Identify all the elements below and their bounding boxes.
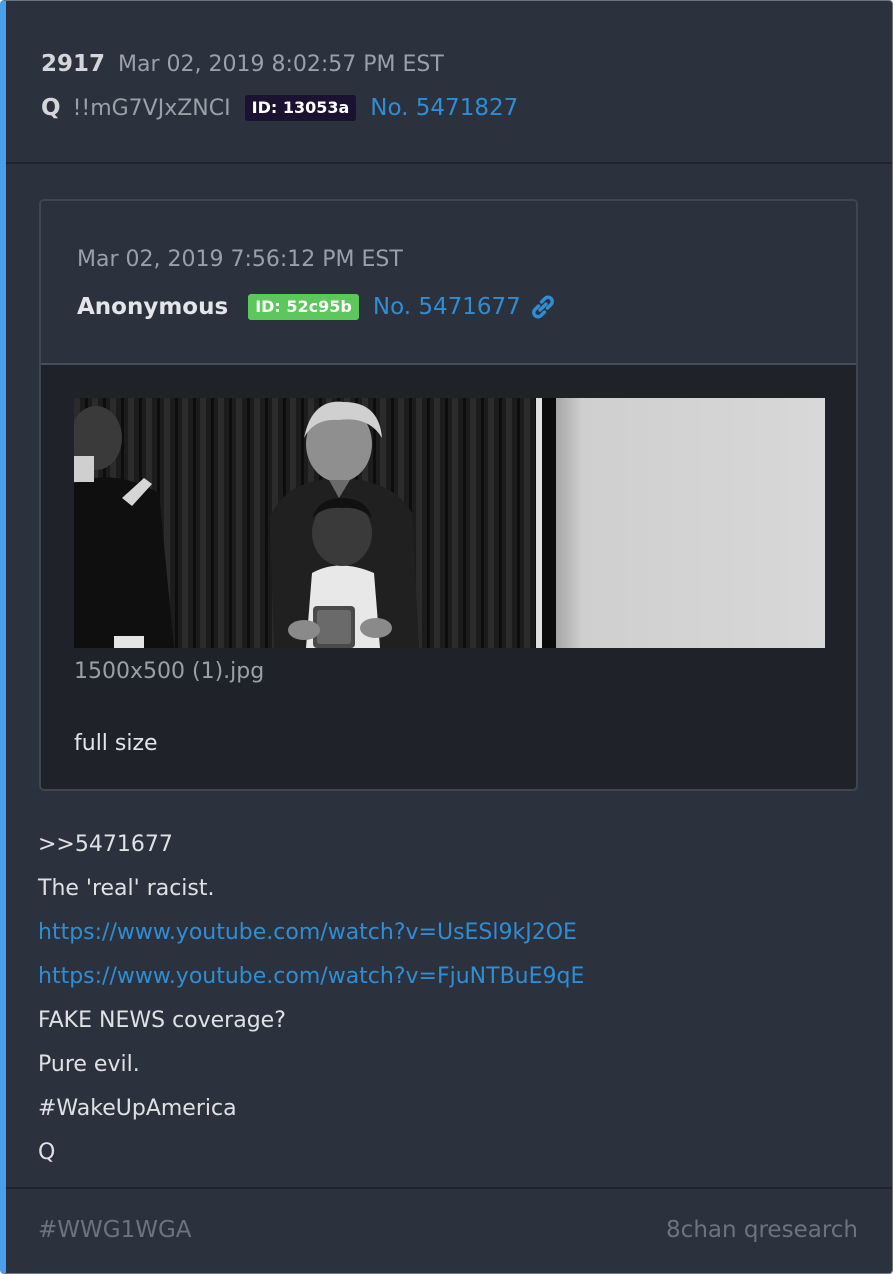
post-meta-line: 2917 Mar 02, 2019 8:02:57 PM EST	[41, 48, 444, 80]
post-author-line: Q !!mG7VJxZNCI ID: 13053a No. 5471827	[41, 92, 518, 124]
youtube-link[interactable]: https://www.youtube.com/watch?v=FjuNTBuE…	[38, 955, 584, 999]
post-tripcode: !!mG7VJxZNCI	[72, 95, 231, 121]
chain-link-icon[interactable]	[529, 295, 557, 319]
attached-photo[interactable]	[74, 398, 825, 648]
post-header: 2917 Mar 02, 2019 8:02:57 PM EST Q !!mG7…	[6, 1, 892, 164]
hashtag-line: #WakeUpAmerica	[38, 1096, 237, 1121]
quoted-post-id-badge: ID: 52c95b	[248, 294, 359, 320]
body-text-line: FAKE NEWS coverage?	[38, 1008, 286, 1033]
youtube-link[interactable]: https://www.youtube.com/watch?v=UsESl9kJ…	[38, 911, 584, 955]
quoted-post: Mar 02, 2019 7:56:12 PM EST Anonymous ID…	[39, 199, 858, 791]
body-text-line: The 'real' racist.	[38, 876, 215, 901]
quoted-post-number-link[interactable]: No. 5471677	[373, 294, 521, 320]
post-footer: #WWG1WGA 8chan qresearch	[6, 1187, 892, 1273]
quoted-post-author-line: Anonymous ID: 52c95b No. 5471677	[77, 290, 557, 324]
signature-line: Q	[38, 1140, 56, 1165]
post-timestamp: Mar 02, 2019 8:02:57 PM EST	[118, 51, 444, 77]
post-number: 2917	[41, 51, 106, 77]
body-text-line: Pure evil.	[38, 1052, 140, 1077]
post-card: 2917 Mar 02, 2019 8:02:57 PM EST Q !!mG7…	[0, 0, 893, 1274]
quoted-post-timestamp: Mar 02, 2019 7:56:12 PM EST	[77, 247, 403, 272]
post-number-link[interactable]: No. 5471827	[370, 95, 518, 121]
reply-reference[interactable]: >>5471677	[38, 823, 584, 867]
post-author: Q	[41, 95, 61, 121]
footer-source: 8chan qresearch	[666, 1217, 858, 1243]
post-body: >>5471677 The 'real' racist. https://www…	[38, 823, 584, 1175]
quoted-post-author: Anonymous	[77, 294, 229, 320]
post-id-badge: ID: 13053a	[244, 95, 357, 121]
full-size-link[interactable]: full size	[74, 731, 158, 756]
image-filename[interactable]: 1500x500 (1).jpg	[74, 659, 264, 684]
footer-tag: #WWG1WGA	[38, 1217, 192, 1243]
quoted-post-header: Mar 02, 2019 7:56:12 PM EST Anonymous ID…	[41, 201, 856, 365]
